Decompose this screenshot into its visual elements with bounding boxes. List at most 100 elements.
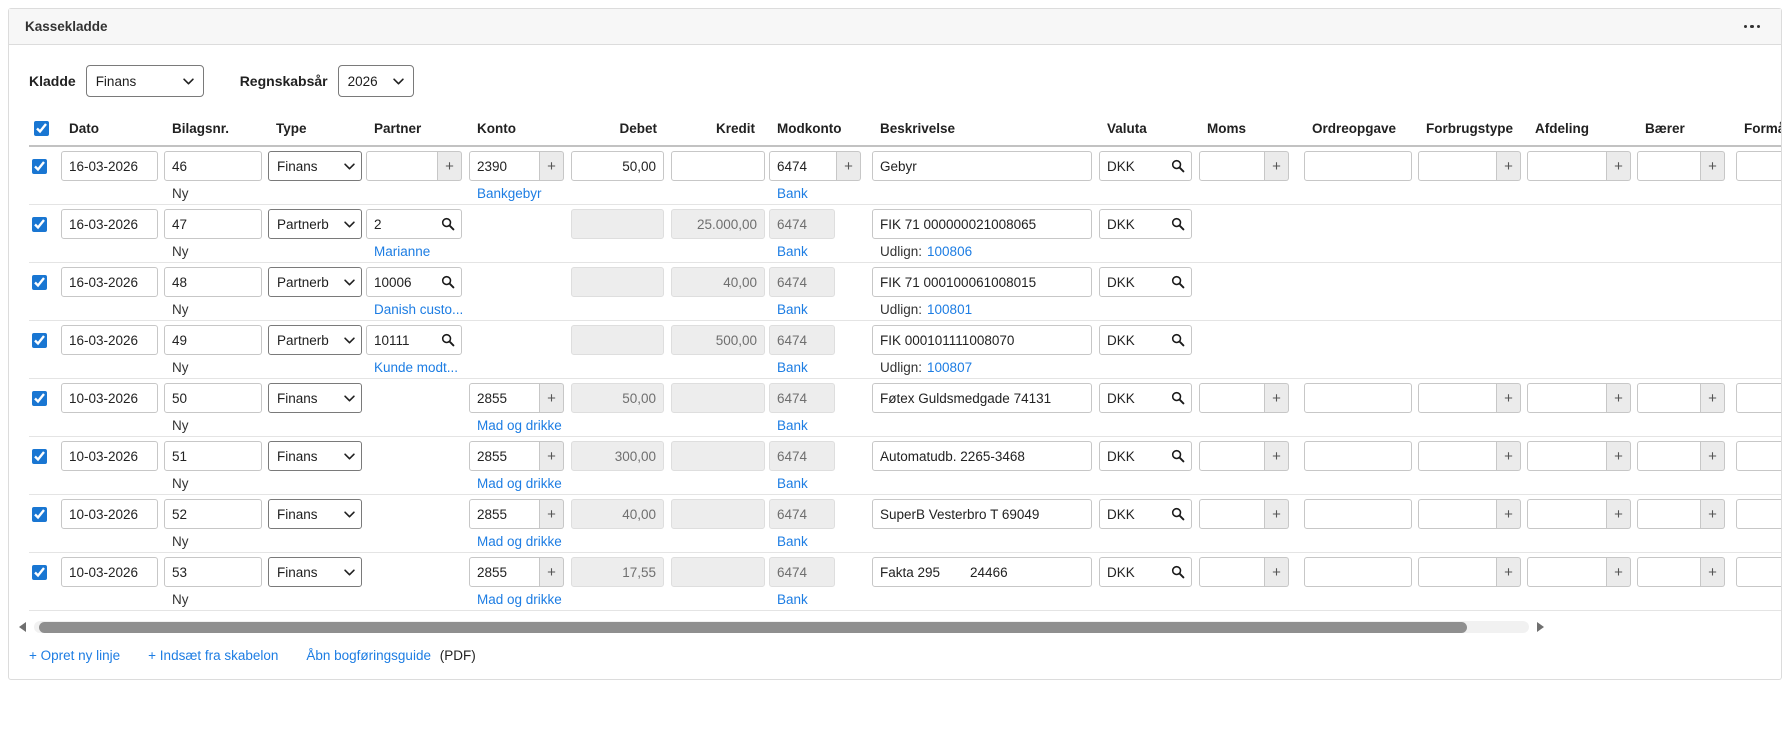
scroll-left-arrow[interactable] [19,622,26,632]
baerer-input[interactable] [1637,499,1701,529]
moms-input[interactable] [1199,383,1265,413]
debet-input[interactable] [571,151,664,181]
forbrugstype-input[interactable] [1418,499,1497,529]
type-select[interactable]: Partnerb [268,325,362,355]
baerer-input[interactable] [1637,383,1701,413]
partner-link[interactable]: Kunde modt... [374,360,458,375]
moms-plus-button[interactable]: + [1265,441,1289,471]
baerer-plus-button[interactable]: + [1701,383,1725,413]
forbrugstype-input[interactable] [1418,383,1497,413]
row-checkbox[interactable] [32,449,47,464]
beskrivelse-input[interactable] [872,209,1092,239]
konto-link[interactable]: Bankgebyr [477,186,542,201]
valuta-input[interactable] [1099,151,1192,181]
forbrugstype-plus-button[interactable]: + [1497,383,1521,413]
type-select[interactable]: Finans [268,383,362,413]
afdeling-plus-button[interactable]: + [1607,151,1631,181]
modkonto-input[interactable] [769,151,837,181]
valuta-input[interactable] [1099,209,1192,239]
formaal-input[interactable] [1736,557,1781,587]
modkonto-link[interactable]: Bank [777,592,808,607]
udlign-link[interactable]: 100801 [927,302,972,317]
modkonto-plus-button[interactable]: + [837,151,861,181]
ordreopgave-input[interactable] [1304,557,1412,587]
row-checkbox[interactable] [32,333,47,348]
aabn-bogfoeringsguide-link[interactable]: Åbn bogføringsguide [306,648,431,663]
afdeling-plus-button[interactable]: + [1607,441,1631,471]
row-checkbox[interactable] [32,275,47,290]
beskrivelse-input[interactable] [872,499,1092,529]
bilagsnr-input[interactable] [164,557,262,587]
modkonto-link[interactable]: Bank [777,302,808,317]
modkonto-link[interactable]: Bank [777,476,808,491]
konto-input[interactable] [469,383,540,413]
formaal-input[interactable] [1736,151,1781,181]
ellipsis-menu-button[interactable] [1739,20,1766,34]
dato-input[interactable] [61,383,158,413]
row-checkbox[interactable] [32,391,47,406]
beskrivelse-input[interactable] [872,267,1092,297]
bilagsnr-input[interactable] [164,325,262,355]
baerer-input[interactable] [1637,557,1701,587]
afdeling-plus-button[interactable]: + [1607,557,1631,587]
bilagsnr-input[interactable] [164,209,262,239]
type-select[interactable]: Finans [268,441,362,471]
bilagsnr-input[interactable] [164,151,262,181]
konto-link[interactable]: Mad og drikke [477,534,562,549]
partner-input[interactable] [366,209,462,239]
konto-plus-button[interactable]: + [540,499,564,529]
afdeling-input[interactable] [1527,557,1607,587]
forbrugstype-plus-button[interactable]: + [1497,557,1521,587]
valuta-input[interactable] [1099,267,1192,297]
row-checkbox[interactable] [32,217,47,232]
ordreopgave-input[interactable] [1304,499,1412,529]
konto-input[interactable] [469,441,540,471]
baerer-input[interactable] [1637,441,1701,471]
valuta-input[interactable] [1099,441,1192,471]
dato-input[interactable] [61,499,158,529]
moms-input[interactable] [1199,557,1265,587]
partner-input[interactable] [366,325,462,355]
dato-input[interactable] [61,267,158,297]
afdeling-plus-button[interactable]: + [1607,499,1631,529]
regnskabsaar-select[interactable]: 2026 [338,65,414,97]
konto-plus-button[interactable]: + [540,557,564,587]
select-all-checkbox[interactable] [34,121,49,136]
moms-input[interactable] [1199,151,1265,181]
konto-plus-button[interactable]: + [540,151,564,181]
scrollbar-track[interactable] [34,621,1529,633]
kredit-input[interactable] [671,151,765,181]
ordreopgave-input[interactable] [1304,151,1412,181]
partner-input[interactable] [366,267,462,297]
afdeling-input[interactable] [1527,441,1607,471]
konto-input[interactable] [469,499,540,529]
dato-input[interactable] [61,557,158,587]
bilagsnr-input[interactable] [164,441,262,471]
partner-input[interactable] [366,151,438,181]
udlign-link[interactable]: 100807 [927,360,972,375]
row-checkbox[interactable] [32,159,47,174]
moms-plus-button[interactable]: + [1265,383,1289,413]
dato-input[interactable] [61,325,158,355]
konto-link[interactable]: Mad og drikke [477,418,562,433]
bilagsnr-input[interactable] [164,499,262,529]
formaal-input[interactable] [1736,383,1781,413]
partner-link[interactable]: Marianne [374,244,430,259]
beskrivelse-input[interactable] [872,557,1092,587]
formaal-input[interactable] [1736,441,1781,471]
dato-input[interactable] [61,151,158,181]
partner-plus-button[interactable]: + [438,151,462,181]
partner-link[interactable]: Danish custo... [374,302,463,317]
afdeling-plus-button[interactable]: + [1607,383,1631,413]
row-checkbox[interactable] [32,507,47,522]
konto-plus-button[interactable]: + [540,441,564,471]
valuta-input[interactable] [1099,325,1192,355]
konto-link[interactable]: Mad og drikke [477,592,562,607]
kladde-select[interactable]: Finans [86,65,204,97]
afdeling-input[interactable] [1527,499,1607,529]
forbrugstype-input[interactable] [1418,557,1497,587]
valuta-input[interactable] [1099,557,1192,587]
type-select[interactable]: Finans [268,557,362,587]
forbrugstype-input[interactable] [1418,151,1497,181]
konto-input[interactable] [469,151,540,181]
